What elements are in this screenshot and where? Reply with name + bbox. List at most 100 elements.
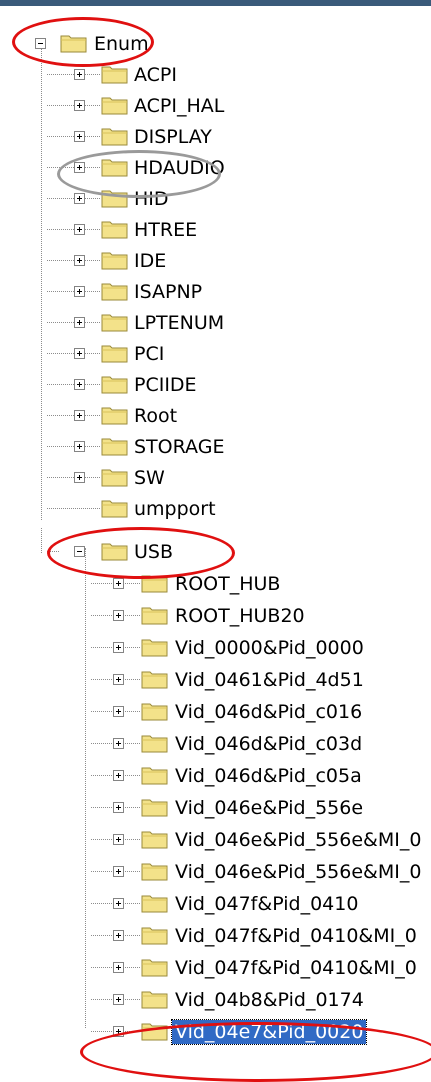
expand-icon[interactable]	[113, 802, 124, 813]
expand-icon[interactable]	[74, 131, 85, 142]
folder-icon	[101, 376, 128, 394]
folder-icon	[141, 799, 168, 817]
tree-node-label: HTREE	[134, 219, 198, 241]
expand-icon[interactable]	[113, 962, 124, 973]
folder-icon	[141, 703, 168, 721]
folder-icon	[101, 407, 128, 425]
tree-node-label: Vid_047f&Pid_0410&MI_0	[175, 925, 417, 947]
folder-icon	[101, 97, 128, 115]
expand-icon[interactable]	[113, 770, 124, 781]
folder-icon	[141, 767, 168, 785]
device-tree: Enum USB ACPI ACPI_HAL DISPLAY HDAUDIO HID HT…	[0, 0, 431, 1082]
folder-icon	[101, 66, 128, 84]
folder-icon	[141, 607, 168, 625]
tree-node[interactable]: Vid_047f&Pid_0410&MI_0	[0, 954, 431, 984]
tree-node-label: Vid_046e&Pid_556e&MI_0	[175, 829, 422, 851]
folder-icon	[141, 927, 168, 945]
expand-icon[interactable]	[113, 738, 124, 749]
folder-icon	[141, 991, 168, 1009]
highlight-circle-selected	[80, 1022, 431, 1082]
tree-node[interactable]: Vid_046d&Pid_c05a	[0, 762, 431, 792]
expand-icon[interactable]	[113, 674, 124, 685]
expand-icon[interactable]	[74, 224, 85, 235]
expand-icon[interactable]	[113, 994, 124, 1005]
folder-icon	[141, 639, 168, 657]
tree-node[interactable]: IDE	[0, 247, 431, 277]
expand-icon[interactable]	[74, 286, 85, 297]
tree-node[interactable]: SW	[0, 464, 431, 494]
expand-icon[interactable]	[74, 317, 85, 328]
tree-node-label: PCIIDE	[134, 374, 197, 396]
tree-node[interactable]: DISPLAY	[0, 123, 431, 153]
tree-node-label: Vid_046d&Pid_c016	[175, 701, 363, 723]
expand-icon[interactable]	[74, 255, 85, 266]
folder-icon	[141, 671, 168, 689]
tree-node[interactable]: ISAPNP	[0, 278, 431, 308]
tree-node[interactable]: Vid_04b8&Pid_0174	[0, 986, 431, 1016]
folder-icon	[101, 252, 128, 270]
tree-node[interactable]: HID	[0, 185, 431, 215]
tree-node-label: umpport	[134, 498, 216, 520]
tree-node[interactable]: STORAGE	[0, 433, 431, 463]
tree-node[interactable]: ROOT_HUB	[0, 570, 431, 600]
expand-icon[interactable]	[113, 642, 124, 653]
expand-icon[interactable]	[113, 610, 124, 621]
expand-icon[interactable]	[113, 930, 124, 941]
expand-icon[interactable]	[113, 866, 124, 877]
folder-icon	[101, 314, 128, 332]
expand-icon[interactable]	[113, 834, 124, 845]
tree-node-label: LPTENUM	[134, 312, 225, 334]
tree-node[interactable]: umpport	[0, 495, 431, 525]
expand-icon[interactable]	[113, 706, 124, 717]
tree-node-label: Vid_047f&Pid_0410	[175, 893, 359, 915]
folder-icon	[141, 831, 168, 849]
tree-node[interactable]: LPTENUM	[0, 309, 431, 339]
tree-node[interactable]: Vid_047f&Pid_0410	[0, 890, 431, 920]
tree-node[interactable]: Vid_046d&Pid_c016	[0, 698, 431, 728]
folder-icon	[101, 469, 128, 487]
tree-node[interactable]: Vid_0461&Pid_4d51	[0, 666, 431, 696]
tree-node[interactable]: ACPI_HAL	[0, 92, 431, 122]
tree-node-label: ACPI	[134, 64, 177, 86]
highlight-circle-enum	[12, 17, 154, 67]
tree-node[interactable]: PCI	[0, 340, 431, 370]
tree-node[interactable]: Vid_0000&Pid_0000	[0, 634, 431, 664]
folder-icon	[101, 221, 128, 239]
tree-node-label: Vid_046e&Pid_556e	[175, 797, 364, 819]
tree-node-label: Vid_047f&Pid_0410&MI_0	[175, 957, 417, 979]
highlight-circle-usb	[47, 527, 235, 579]
expand-icon[interactable]	[74, 379, 85, 390]
expand-icon[interactable]	[74, 100, 85, 111]
tree-node-label: IDE	[134, 250, 167, 272]
folder-icon	[101, 500, 128, 518]
expand-icon[interactable]	[113, 578, 124, 589]
tree-node[interactable]: Root	[0, 402, 431, 432]
tree-node-label: PCI	[134, 343, 165, 365]
tree-node[interactable]: Vid_046e&Pid_556e&MI_0	[0, 858, 431, 888]
tree-node-label: ACPI_HAL	[134, 95, 225, 117]
expand-icon[interactable]	[74, 410, 85, 421]
expand-icon[interactable]	[74, 441, 85, 452]
folder-icon	[101, 283, 128, 301]
expand-icon[interactable]	[74, 193, 85, 204]
expand-icon[interactable]	[74, 348, 85, 359]
folder-icon	[101, 438, 128, 456]
tree-node-label: ROOT_HUB	[175, 573, 281, 595]
tree-node[interactable]: Vid_046e&Pid_556e&MI_0	[0, 826, 431, 856]
tree-node-label: Vid_046e&Pid_556e&MI_0	[175, 861, 422, 883]
expand-icon[interactable]	[74, 472, 85, 483]
tree-node[interactable]: PCIIDE	[0, 371, 431, 401]
tree-node-label: DISPLAY	[134, 126, 212, 148]
expand-icon[interactable]	[74, 69, 85, 80]
tree-node[interactable]: Vid_047f&Pid_0410&MI_0	[0, 922, 431, 952]
tree-line	[47, 508, 100, 509]
tree-node[interactable]: ROOT_HUB20	[0, 602, 431, 632]
tree-node[interactable]: Vid_046d&Pid_c03d	[0, 730, 431, 760]
tree-node-label: Vid_046d&Pid_c05a	[175, 765, 362, 787]
tree-node-label: Vid_04b8&Pid_0174	[175, 989, 364, 1011]
expand-icon[interactable]	[113, 898, 124, 909]
folder-icon	[141, 735, 168, 753]
tree-node[interactable]: HTREE	[0, 216, 431, 246]
tree-node-label: ISAPNP	[134, 281, 203, 303]
tree-node[interactable]: Vid_046e&Pid_556e	[0, 794, 431, 824]
